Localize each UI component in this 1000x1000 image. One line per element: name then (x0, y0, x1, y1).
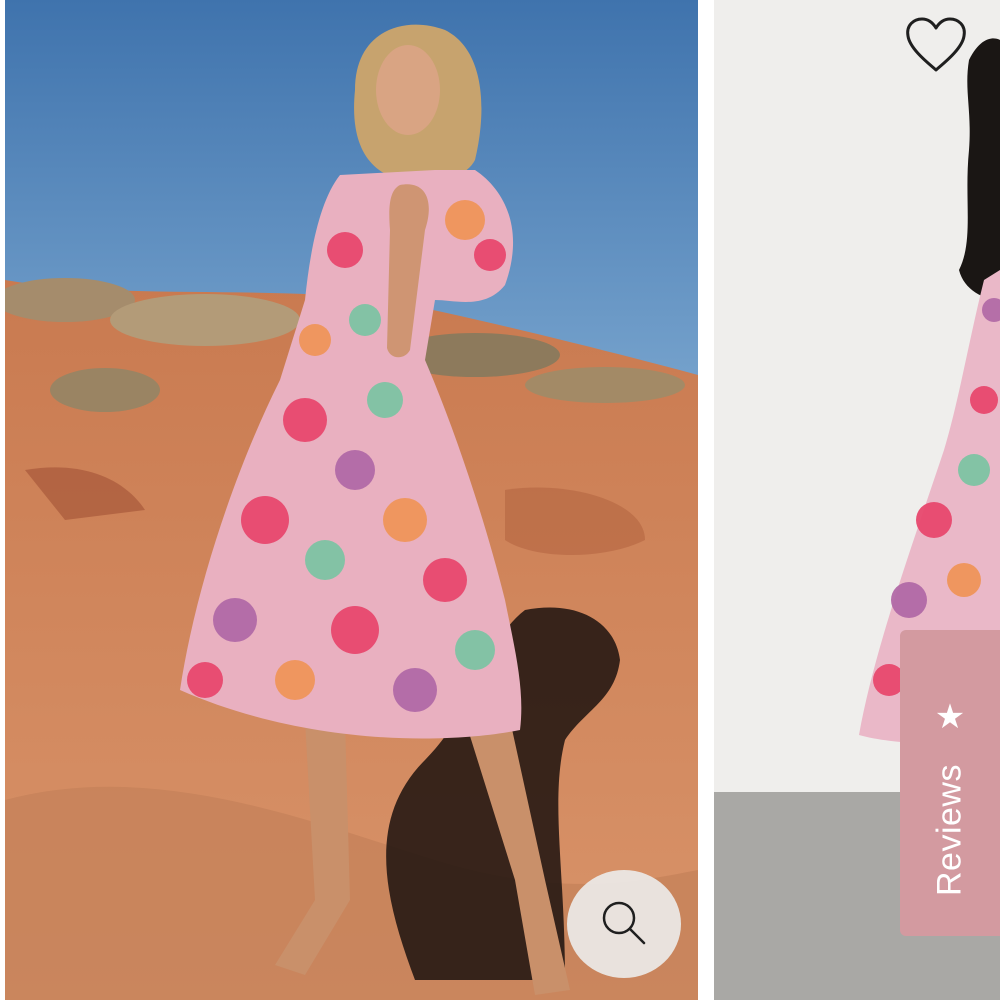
product-image-gallery: ★ Reviews (0, 0, 1000, 1000)
product-photo-main-graphic (5, 0, 698, 1000)
zoom-button[interactable] (567, 870, 681, 978)
heart-outline-icon (906, 17, 966, 72)
product-photo-main[interactable] (5, 0, 698, 1000)
reviews-tab[interactable]: ★ Reviews (900, 630, 1000, 936)
magnifier-icon (602, 901, 646, 945)
star-icon: ★ (934, 698, 966, 736)
wishlist-button[interactable] (900, 12, 972, 78)
reviews-tab-label: Reviews (930, 764, 969, 896)
